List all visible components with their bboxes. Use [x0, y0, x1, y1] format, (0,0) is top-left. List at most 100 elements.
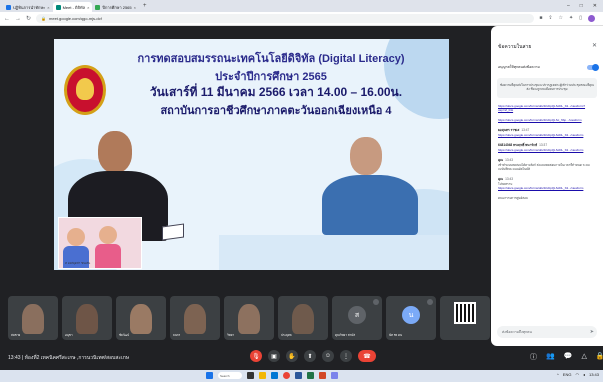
sidebar-icon[interactable]: ▯: [579, 15, 582, 22]
extensions-icon[interactable]: ✦: [569, 15, 573, 22]
chat-message-list[interactable]: https://docs.google.com/forms/d/e/1FAIpQ…: [498, 104, 596, 322]
close-tab-icon[interactable]: ×: [47, 5, 49, 10]
participant-tile[interactable]: น นัท 55 คน: [386, 296, 436, 340]
participant-avatar: น: [402, 306, 420, 324]
taskbar-search[interactable]: Search: [218, 372, 242, 379]
participant-video: [184, 304, 206, 334]
close-window-icon[interactable]: ✕: [593, 3, 597, 9]
tray-clock[interactable]: 13:43: [589, 372, 599, 377]
share-icon[interactable]: ⇪: [548, 15, 552, 22]
activities-icon[interactable]: △: [581, 352, 586, 362]
reload-icon[interactable]: ↻: [26, 15, 31, 22]
powerpoint-icon[interactable]: [319, 372, 326, 379]
cartoon-face: [99, 226, 117, 244]
back-icon[interactable]: ←: [4, 16, 10, 22]
participant-name: สมชาย: [11, 333, 21, 337]
info-icon[interactable]: ⓘ: [530, 352, 537, 362]
mic-button[interactable]: 🎙: [250, 350, 262, 362]
cartoon-body: [95, 244, 121, 268]
os-taskbar: Search ^ ENG ◠ ◂ 13:43: [0, 370, 603, 382]
chat-message-link[interactable]: https://docs.google.com/forms/d/e/1FAIpQ…: [498, 186, 596, 190]
camera-button[interactable]: ▣: [268, 350, 280, 362]
browser-tab-active[interactable]: Meet - ดิจิทัล ×: [52, 2, 93, 12]
mic-off-icon: 🎙: [252, 353, 260, 360]
participant-video: [292, 304, 314, 334]
tray-language[interactable]: ENG: [563, 372, 572, 377]
participant-tile[interactable]: วิทยา: [224, 296, 274, 340]
tab-favicon-icon: [95, 4, 101, 10]
excel-icon[interactable]: [307, 372, 314, 379]
profile-avatar[interactable]: [588, 15, 595, 22]
raise-hand-button[interactable]: ✋: [286, 350, 298, 362]
participant-tile[interactable]: สมชาย: [8, 296, 58, 340]
chrome-icon[interactable]: [283, 372, 290, 379]
meet-stage: การทดสอบสมรรถนะเทคโนโลยีดิจิทัล (Digital…: [0, 26, 490, 294]
qr-code-image: [454, 302, 476, 324]
maximize-icon[interactable]: □: [580, 3, 583, 9]
teams-icon[interactable]: [331, 372, 338, 379]
chat-message-link[interactable]: https://docs.google.com/forms/d/e/1FAIpQ…: [498, 104, 596, 112]
chat-message-link[interactable]: https://docs.google.com/forms/d/e/1FAIpQ…: [498, 133, 596, 137]
allow-chat-toggle[interactable]: [587, 63, 599, 71]
browser-tab[interactable]: ปฏิทินการนำทักษะ ×: [3, 2, 53, 12]
close-panel-icon[interactable]: ✕: [592, 42, 597, 49]
meeting-time-and-name: 13:43 | ห้องที่2 เทคนิคศรีสะเกษ ,การนวนิ…: [8, 355, 130, 361]
people-icon[interactable]: 👥: [546, 352, 555, 362]
chat-message: คณะกรรมการศูนย์สอบ: [498, 196, 596, 200]
bookmark-star-icon[interactable]: ☆: [559, 15, 563, 22]
camera-icon: ▣: [271, 353, 277, 360]
chat-message-text: เข้าทำแบบทดสอบได้ตามลิงก์ ส่งแบบทดสอบภาย…: [498, 163, 590, 171]
send-icon[interactable]: ➤: [590, 329, 594, 335]
volume-icon[interactable]: ◂: [583, 372, 585, 377]
chat-message-link[interactable]: https://docs.google.com/forms/d/e/1FAIpQ…: [498, 148, 596, 152]
participant-tile[interactable]: ธนกร: [170, 296, 220, 340]
chat-icon[interactable]: 💬: [564, 352, 573, 362]
book-illustration: [162, 223, 184, 241]
participant-video: [22, 304, 44, 334]
minimize-icon[interactable]: –: [567, 3, 570, 9]
system-tray: ^ ENG ◠ ◂ 13:43: [557, 372, 599, 377]
tray-chevron-icon[interactable]: ^: [557, 372, 559, 377]
word-icon[interactable]: [295, 372, 302, 379]
edge-icon[interactable]: [271, 372, 278, 379]
participant-tile[interactable]: ประยุทธ: [278, 296, 328, 340]
mic-muted-icon: [427, 299, 433, 305]
call-controls: 🎙 ▣ ✋ ⬆ ☺ ⋮ ☎: [250, 350, 376, 362]
cartoon-face: [67, 228, 85, 246]
chat-message: https://docs.google.com/forms/d/e/1FAIpQ…: [498, 118, 596, 122]
camera-permission-icon[interactable]: ■: [539, 15, 542, 22]
more-vert-icon: ⋮: [343, 353, 349, 360]
forward-icon[interactable]: →: [15, 16, 21, 22]
participant-name: ประยุทธ: [281, 333, 292, 337]
windows-start-icon[interactable]: [206, 372, 213, 379]
browser-tab[interactable]: ปีการศึกษา 2565 ×: [92, 2, 139, 12]
close-tab-icon[interactable]: ×: [134, 5, 136, 10]
end-call-button[interactable]: ☎: [358, 350, 376, 362]
chat-input[interactable]: ส่งข้อความถึงทุกคน ➤: [497, 326, 597, 338]
present-icon: ⬆: [307, 353, 313, 360]
more-options-button[interactable]: ⋮: [340, 350, 352, 362]
participant-tile[interactable]: ชัยวัฒน์: [116, 296, 166, 340]
cartoon-illustration: ห องสมุดสา ขนเสน: [58, 217, 142, 269]
tab-label: ปฏิทินการนำทักษะ: [13, 4, 46, 10]
close-tab-icon[interactable]: ×: [87, 5, 89, 10]
participant-video: [76, 304, 98, 334]
task-view-icon[interactable]: [247, 372, 254, 379]
wifi-icon[interactable]: ◠: [575, 372, 579, 377]
present-button[interactable]: ⬆: [304, 350, 316, 362]
chat-message-link[interactable]: https://docs.google.com/forms/d/e/1FAIpQ…: [498, 118, 596, 122]
presentation-slide: การทดสอบสมรรถนะเทคโนโลยีดิจิทัล (Digital…: [54, 39, 449, 270]
chat-message: คุณ 13:43 โปรดทราบ https://docs.google.co…: [498, 177, 596, 190]
chat-message: https://docs.google.com/forms/d/e/1FAIpQ…: [498, 104, 596, 112]
participant-name: คุณวิทยา สามัส: [335, 333, 356, 337]
file-explorer-icon[interactable]: [259, 372, 266, 379]
participant-tile[interactable]: [440, 296, 490, 340]
participant-strip: สมชาย อนุชา ชัยวัฒน์ ธนกร วิทยา ประยุทธ …: [0, 294, 490, 346]
emoji-button[interactable]: ☺: [322, 350, 334, 362]
participant-tile[interactable]: อนุชา: [62, 296, 112, 340]
host-controls-icon[interactable]: 🔒: [596, 352, 603, 362]
participant-tile[interactable]: ส คุณวิทยา สามัส: [332, 296, 382, 340]
allow-chat-row: อนุญาตให้ทุกคนส่งข้อความ: [498, 63, 599, 71]
url-field[interactable]: 🔒 meet.google.com/qgo-mjs-dcf: [36, 14, 535, 23]
new-tab-button[interactable]: +: [143, 3, 147, 9]
